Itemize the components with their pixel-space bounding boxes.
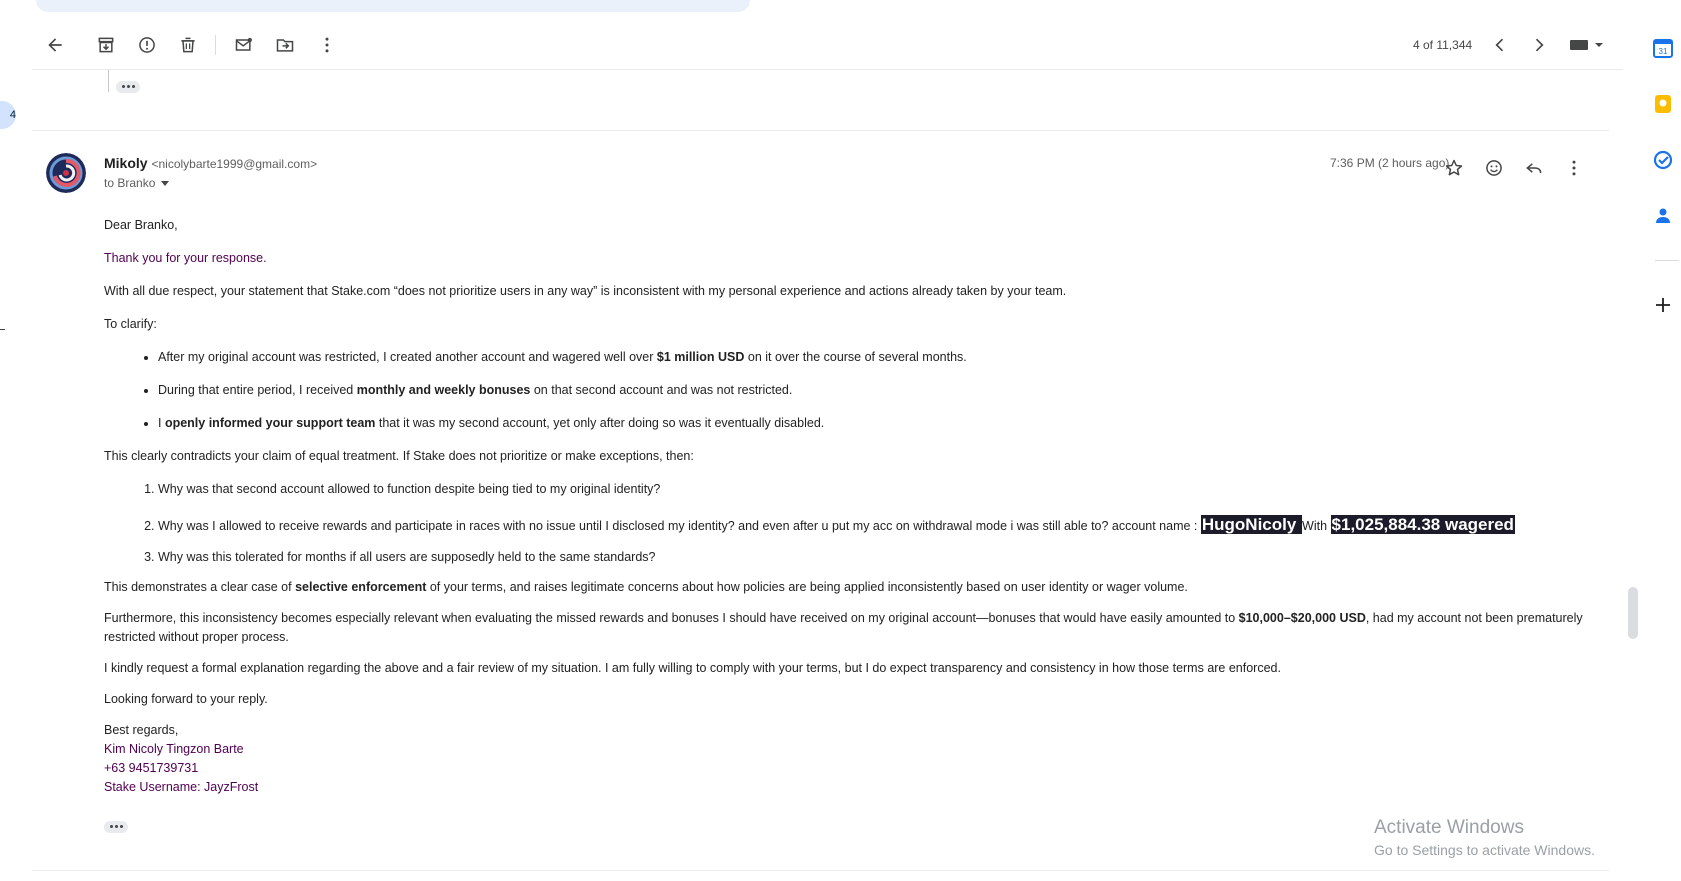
message-divider [32,130,1609,131]
input-tools-button[interactable] [1565,30,1609,60]
newer-button[interactable] [1524,30,1554,60]
message-counter: 4 of 11,344 [1413,38,1473,52]
more-vert-icon [1572,160,1576,176]
signature-phone: +63 9451739731 [104,761,199,775]
watermark-line-2: Go to Settings to activate Windows. [1374,842,1595,858]
reply-icon [1526,163,1542,174]
question-list: Why was that second account allowed to f… [104,480,1604,567]
recipient-text: to Branko [104,176,156,190]
list-item: Why was this tolerated for months if all… [158,548,1604,567]
emoji-icon [1486,160,1502,176]
calendar-icon[interactable]: 31 [1653,38,1673,58]
add-icon[interactable] [1653,295,1673,315]
scrollbar-thumb[interactable] [1628,587,1638,639]
highlighted-account-name: HugoNicoly [1200,515,1303,534]
keep-icon[interactable] [1653,94,1673,114]
svg-text:31: 31 [1659,47,1668,56]
highlighted-wager: $1,025,884.38 wagered [1330,515,1515,534]
keyboard-icon [1570,40,1603,50]
toolbar-divider [215,35,216,55]
message-more-button[interactable] [1559,153,1589,183]
message-view: 4 of 11,344 Mikoly <nicolybarte1999@gmai… [32,21,1639,881]
closing: Best regards, [104,723,179,737]
paragraph-1: With all due respect, your statement tha… [104,284,1067,298]
sender-avatar[interactable] [46,153,86,193]
nav-count-badge: 4 [0,101,16,129]
paragraph-2: This clearly contradicts your claim of e… [104,449,694,463]
clarify-line: To clarify: [104,317,157,331]
sender-email: <nicolybarte1999@gmail.com> [151,157,318,171]
thanks-line: Thank you for your response. [104,251,267,265]
bottom-divider [32,870,1609,871]
mark-unread-button[interactable] [229,30,259,60]
list-item: I openly informed your support team that… [158,414,1604,433]
tasks-icon[interactable] [1653,150,1673,170]
activate-windows-watermark: Activate Windows Go to Settings to activ… [1374,817,1595,858]
report-spam-icon [139,37,155,53]
archive-button[interactable] [91,30,121,60]
back-button[interactable] [40,30,70,60]
list-item: During that entire period, I received mo… [158,381,1604,400]
side-panel-divider [1655,260,1679,261]
sender-line: Mikoly <nicolybarte1999@gmail.com> [104,155,317,171]
report-spam-button[interactable] [132,30,162,60]
reply-button[interactable] [1519,153,1549,183]
recipients-toggle[interactable]: to Branko [104,176,170,190]
contacts-icon[interactable] [1653,206,1673,226]
paragraph-5: I kindly request a formal explanation re… [104,661,1281,675]
watermark-line-1: Activate Windows [1374,817,1524,838]
mark-unread-icon [235,37,252,51]
chevron-down-icon [161,181,170,187]
list-item: After my original account was restricted… [158,348,1604,367]
side-panel: 31 [1643,0,1681,881]
star-icon [1445,159,1463,176]
message-toolbar: 4 of 11,344 [32,21,1623,70]
trash-icon [181,37,195,53]
star-button[interactable] [1439,153,1469,183]
delete-button[interactable] [173,30,203,60]
move-to-icon [276,39,294,52]
chevron-right-icon [1535,38,1544,52]
more-vert-icon [325,37,329,53]
older-button[interactable] [1485,30,1515,60]
chevron-left-icon [1495,38,1504,52]
list-item: Why was that second account allowed to f… [158,480,1604,499]
collapsed-thread-line [108,70,109,92]
signature-username: Stake Username: JayzFrost [104,780,259,794]
archive-icon [98,37,114,53]
arrow-left-icon [48,38,62,52]
list-item: Why was I allowed to receive rewards and… [158,515,1604,536]
more-options-button[interactable] [312,30,342,60]
add-reaction-button[interactable] [1479,153,1509,183]
sender-name[interactable]: Mikoly [104,155,148,171]
message-timestamp: 7:36 PM (2 hours ago) [1330,156,1450,170]
greeting: Dear Branko, [104,218,178,232]
move-to-button[interactable] [270,30,300,60]
show-trimmed-button[interactable] [116,75,140,93]
left-edge-mark [0,329,5,330]
message-body: Dear Branko, Thank you for your response… [104,216,1604,834]
search-bar-remnant[interactable] [36,0,750,12]
paragraph-6: Looking forward to your reply. [104,692,268,706]
paragraph-3: This demonstrates a clear case of select… [104,580,1188,594]
paragraph-4: Furthermore, this inconsistency becomes … [104,611,1583,644]
signature-name: Kim Nicoly Tingzon Barte [104,742,244,756]
bullet-list: After my original account was restricted… [104,348,1604,433]
